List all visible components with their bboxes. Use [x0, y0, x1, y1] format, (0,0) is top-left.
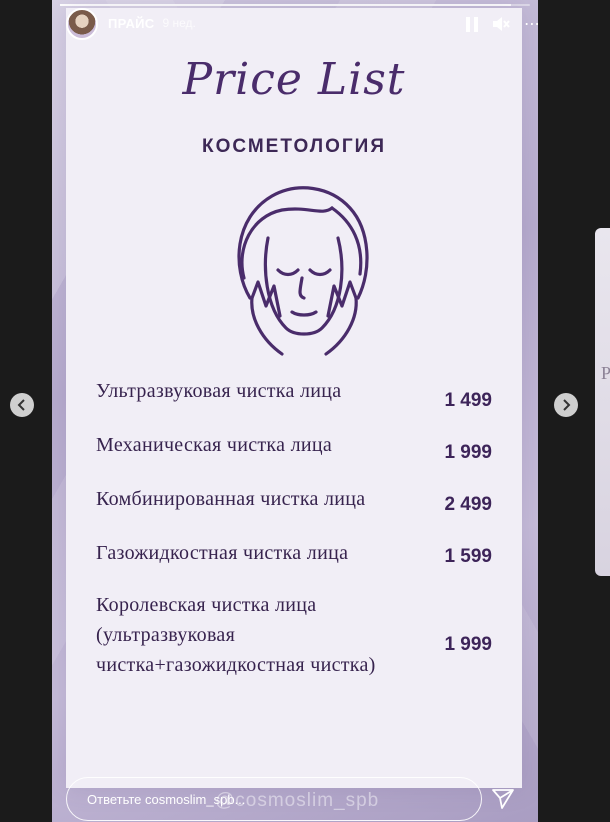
price-list-title: Price List [182, 54, 406, 105]
story-header: ПРАЙС 9 нед. ⋯ [66, 6, 540, 40]
story-username[interactable]: ПРАЙС [108, 16, 155, 31]
story-timestamp: 9 нед. [162, 16, 196, 30]
service-name: Королевская чистка лица (ультразвуковая … [96, 594, 376, 676]
next-story-preview-glyph: P [601, 363, 610, 383]
next-story-preview[interactable]: P [595, 228, 610, 576]
section-heading: КОСМЕТОЛОГИЯ [202, 136, 386, 157]
reply-input[interactable] [87, 791, 257, 807]
story-controls: ⋯ [466, 16, 540, 32]
avatar[interactable] [66, 8, 98, 40]
service-name: Ультразвуковая чистка лица [96, 380, 342, 402]
story-viewer[interactable]: Price List КОСМЕТОЛОГИЯ Ультразвуковая ч… [52, 0, 538, 822]
service-name: Газожидкостная чистка лица [96, 542, 349, 564]
next-story-button[interactable] [554, 393, 578, 417]
service-price: 1 499 [444, 390, 492, 411]
more-options-icon[interactable]: ⋯ [524, 16, 540, 32]
chevron-left-icon [17, 399, 25, 411]
service-price: 2 499 [444, 494, 492, 515]
face-care-icon [237, 186, 369, 356]
price-list-card: Price List КОСМЕТОЛОГИЯ Ультразвуковая ч… [66, 8, 522, 788]
service-price: 1 999 [444, 442, 492, 463]
send-icon[interactable] [490, 786, 516, 812]
service-name: Механическая чистка лица [96, 434, 333, 456]
pause-icon[interactable] [466, 16, 478, 32]
previous-story-button[interactable] [10, 393, 34, 417]
reply-bar [66, 777, 482, 821]
service-price: 1 999 [444, 634, 492, 655]
service-name: Комбинированная чистка лица [96, 488, 366, 510]
volume-muted-icon[interactable] [492, 16, 510, 32]
service-price: 1 599 [444, 546, 492, 567]
chevron-right-icon [563, 399, 571, 411]
